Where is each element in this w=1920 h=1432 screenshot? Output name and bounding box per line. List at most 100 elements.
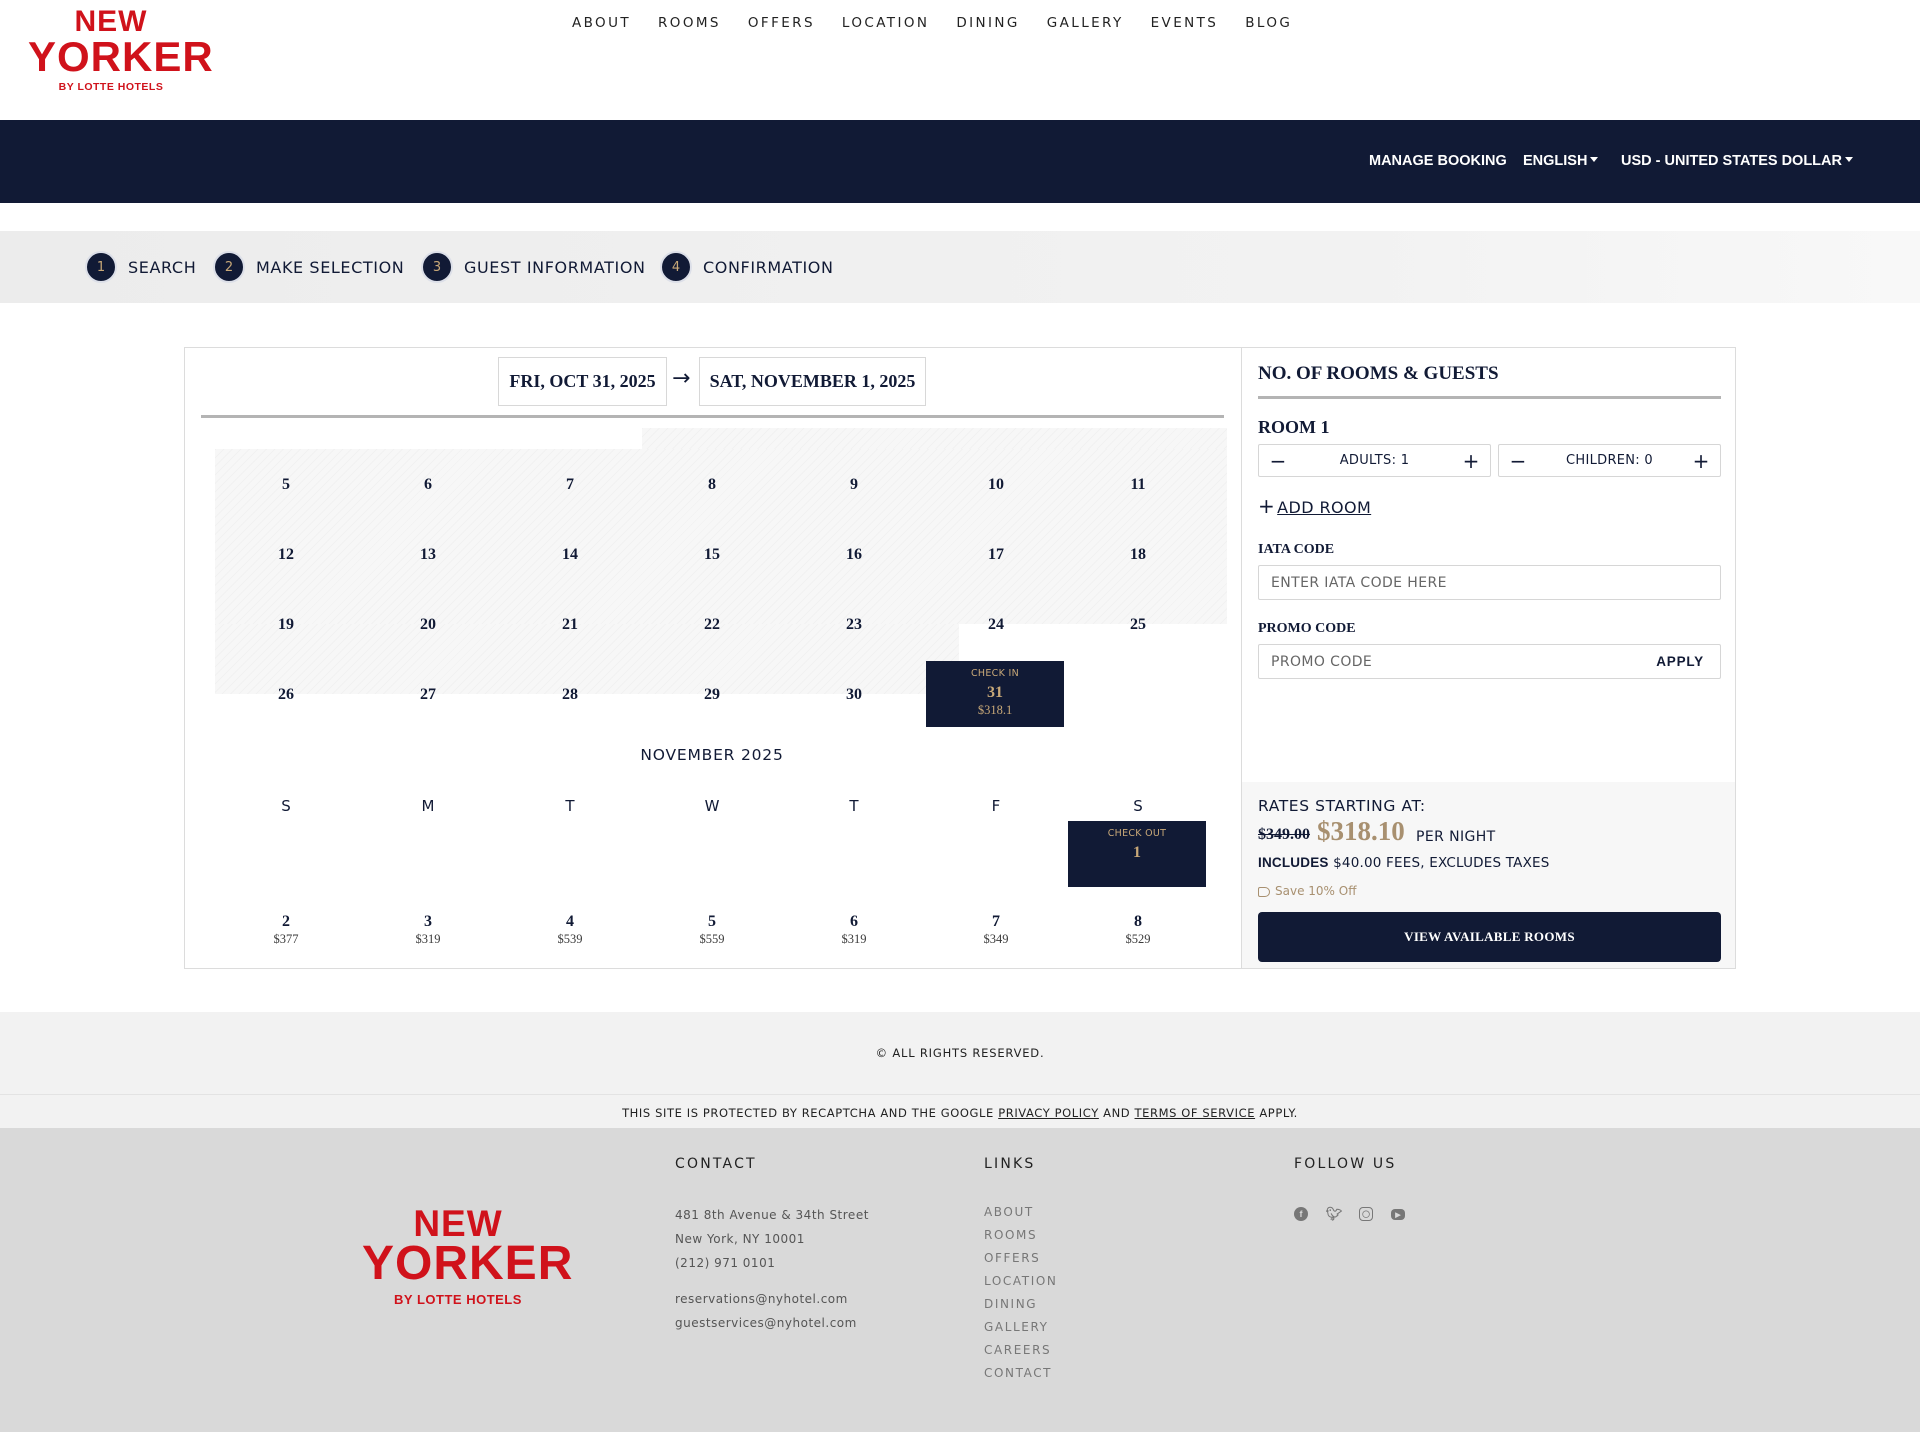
nav-rooms[interactable]: ROOMS xyxy=(658,15,721,31)
footer-link-offers[interactable]: OFFERS xyxy=(984,1251,1040,1265)
nav-location[interactable]: LOCATION xyxy=(842,15,929,31)
guestservices-email-link[interactable]: guestservices@nyhotel.com xyxy=(675,1316,857,1330)
footer-link-careers[interactable]: CAREERS xyxy=(984,1343,1051,1357)
footer-link-contact[interactable]: CONTACT xyxy=(984,1366,1052,1380)
phone-link[interactable]: (212) 971 0101 xyxy=(675,1256,775,1270)
nav-gallery[interactable]: GALLERY xyxy=(1047,15,1124,31)
calendar-day: 10 xyxy=(988,476,1004,493)
savings-tag: Save 10% Off xyxy=(1258,884,1356,898)
calendar-day[interactable]: 4 xyxy=(499,913,641,931)
calendar-day[interactable]: 2 xyxy=(215,913,357,931)
apply-promo-button[interactable]: APPLY xyxy=(1656,654,1704,669)
iata-input[interactable]: ENTER IATA CODE HERE xyxy=(1258,565,1721,600)
copyright-text: © ALL RIGHTS RESERVED. xyxy=(875,1046,1045,1060)
fee-text: FEES, EXCLUDES TAXES xyxy=(1386,855,1550,871)
calendar-day: 20 xyxy=(420,616,436,633)
calendar-day[interactable]: 7 xyxy=(925,913,1067,931)
step-number: 4 xyxy=(660,251,692,283)
currency-dropdown[interactable]: USD - UNITED STATES DOLLAR xyxy=(1621,153,1853,169)
terms-of-service-link[interactable]: TERMS OF SERVICE xyxy=(1135,1106,1256,1120)
nav-offers[interactable]: OFFERS xyxy=(748,15,815,31)
minus-icon[interactable]: − xyxy=(1509,451,1527,471)
plus-icon[interactable]: + xyxy=(1692,451,1710,471)
recaptcha-notice: THIS SITE IS PROTECTED BY RECAPTCHA AND … xyxy=(0,1094,1920,1128)
main-nav: ABOUT ROOMS OFFERS LOCATION DINING GALLE… xyxy=(572,15,1319,31)
reservations-email-link[interactable]: reservations@nyhotel.com xyxy=(675,1292,848,1306)
weekday-label: F xyxy=(991,797,1001,815)
discounted-price: $318.10 xyxy=(1317,816,1405,846)
site-footer: NEW YORKER BY LOTTE HOTELS CONTACT 481 8… xyxy=(0,1128,1920,1432)
footer-link-rooms[interactable]: ROOMS xyxy=(984,1228,1037,1242)
calendar-day[interactable]: 5 xyxy=(641,913,783,931)
step-search[interactable]: 1 SEARCH xyxy=(85,251,196,283)
calendar-day: 21 xyxy=(562,616,578,633)
calendar-day: 28 xyxy=(562,686,578,703)
weekday-label: S xyxy=(1133,797,1143,815)
calendar-day[interactable]: 6 xyxy=(783,913,925,931)
booking-panel: FRI, OCT 31, 2025 → SAT, NOVEMBER 1, 202… xyxy=(184,347,1736,969)
nav-dining[interactable]: DINING xyxy=(956,15,1019,31)
calendar-day: 24 xyxy=(988,616,1004,633)
children-value: CHILDREN: 0 xyxy=(1566,453,1653,468)
check-in-day: 31 xyxy=(987,684,1003,701)
language-dropdown[interactable]: ENGLISH xyxy=(1523,153,1599,169)
check-in-day-cell[interactable]: CHECK IN 31 $318.1 xyxy=(926,661,1064,727)
step-confirmation[interactable]: 4 CONFIRMATION xyxy=(660,251,834,283)
check-out-date[interactable]: SAT, NOVEMBER 1, 2025 xyxy=(699,357,926,406)
calendar-day: 14 xyxy=(562,546,578,563)
nav-blog[interactable]: BLOG xyxy=(1245,15,1292,31)
fees-note: INCLUDES $40.00 FEES, EXCLUDES TAXES xyxy=(1258,855,1550,871)
adults-value: ADULTS: 1 xyxy=(1339,453,1410,468)
nav-about[interactable]: ABOUT xyxy=(572,15,631,31)
footer-link-location[interactable]: LOCATION xyxy=(984,1274,1057,1288)
tag-icon xyxy=(1258,886,1270,897)
logo-line-2: YORKER xyxy=(362,1237,574,1291)
weekday-label: W xyxy=(704,797,720,815)
logo-line-3: BY LOTTE HOTELS xyxy=(58,81,164,94)
site-header: NEW YORKER BY LOTTE HOTELS ABOUT ROOMS O… xyxy=(0,0,1920,120)
facebook-icon[interactable]: f xyxy=(1294,1207,1308,1221)
utility-bar: MANAGE BOOKING ENGLISH USD - UNITED STAT… xyxy=(0,120,1920,203)
caret-down-icon xyxy=(1844,157,1853,163)
check-in-date[interactable]: FRI, OCT 31, 2025 xyxy=(498,357,667,406)
calendar-day: 12 xyxy=(278,546,294,563)
instagram-icon[interactable]: ◯ xyxy=(1359,1207,1373,1221)
logo-line-3: BY LOTTE HOTELS xyxy=(394,1291,522,1307)
footer-logo[interactable]: NEW YORKER BY LOTTE HOTELS xyxy=(362,1203,574,1307)
follow-heading: FOLLOW US xyxy=(1294,1156,1397,1172)
step-guest-information[interactable]: 3 GUEST INFORMATION xyxy=(421,251,646,283)
footer-link-dining[interactable]: DINING xyxy=(984,1297,1037,1311)
step-label: CONFIRMATION xyxy=(703,257,834,277)
add-room-label: ADD ROOM xyxy=(1277,498,1372,517)
step-make-selection[interactable]: 2 MAKE SELECTION xyxy=(213,251,404,283)
adults-stepper: − ADULTS: 1 + xyxy=(1258,444,1491,477)
promo-input[interactable]: PROMO CODE APPLY xyxy=(1258,644,1721,679)
minus-icon[interactable]: − xyxy=(1269,451,1287,471)
calendar-day: 23 xyxy=(846,616,862,633)
add-room-button[interactable]: + ADD ROOM xyxy=(1258,494,1371,518)
step-label: GUEST INFORMATION xyxy=(464,257,646,277)
day-price: $319 xyxy=(841,932,867,946)
footer-link-gallery[interactable]: GALLERY xyxy=(984,1320,1049,1334)
caret-down-icon xyxy=(1590,157,1599,163)
step-label: SEARCH xyxy=(128,257,197,277)
calendar-day[interactable]: 3 xyxy=(357,913,499,931)
manage-booking-link[interactable]: MANAGE BOOKING xyxy=(1369,153,1507,169)
check-out-day-cell[interactable]: CHECK OUT 1 xyxy=(1068,821,1206,887)
calendar-day[interactable]: 8 xyxy=(1067,913,1209,931)
logo-line-1: NEW xyxy=(413,1203,503,1244)
nav-events[interactable]: EVENTS xyxy=(1151,15,1219,31)
rooms-guests-panel: NO. OF ROOMS & GUESTS ROOM 1 − ADULTS: 1… xyxy=(1241,348,1735,968)
twitter-icon[interactable]: 🐦︎ xyxy=(1326,1206,1343,1221)
view-available-rooms-button[interactable]: VIEW AVAILABLE ROOMS xyxy=(1258,912,1721,962)
day-price: $559 xyxy=(699,932,725,946)
calendar-day: 26 xyxy=(278,686,294,703)
plus-icon[interactable]: + xyxy=(1462,451,1480,471)
hotel-logo[interactable]: NEW YORKER BY LOTTE HOTELS xyxy=(28,7,213,94)
footer-link-about[interactable]: ABOUT xyxy=(984,1205,1034,1219)
youtube-icon[interactable]: ▶ xyxy=(1391,1209,1405,1220)
calendar-day: 7 xyxy=(566,476,574,493)
privacy-policy-link[interactable]: PRIVACY POLICY xyxy=(998,1106,1099,1120)
check-in-caption: CHECK IN xyxy=(971,668,1019,679)
and-text: AND xyxy=(1103,1106,1131,1120)
